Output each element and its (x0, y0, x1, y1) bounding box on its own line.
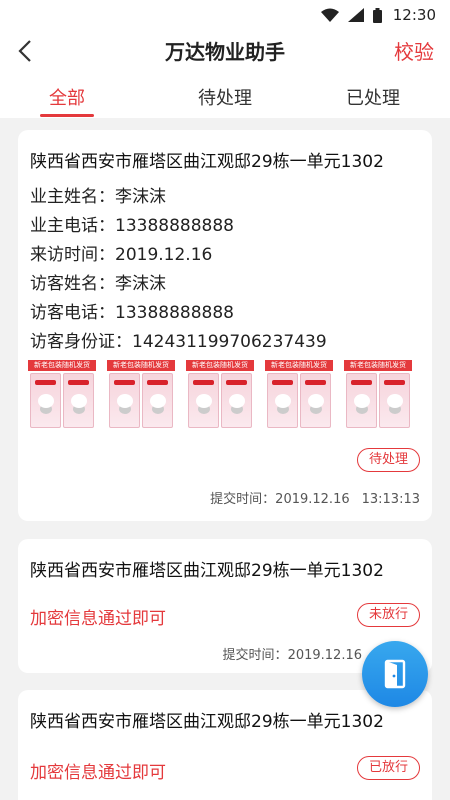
attachment-image[interactable]: 新老包装随机发货 (265, 360, 333, 430)
wifi-icon (320, 8, 339, 22)
visitor-id-row: 访客身份证：142431199706237439 (30, 327, 327, 352)
submit-clock: 13:13:13 (361, 492, 420, 507)
door-access-button[interactable] (362, 641, 428, 707)
image-banner: 新老包装随机发货 (344, 360, 412, 371)
status-icons: 12:30 (320, 6, 436, 24)
visit-card[interactable]: 陕西省西安市雁塔区曲江观邸29栋一单元1302 业主姓名：李沫沫 业主电话：13… (18, 130, 432, 521)
field-value: 2019.12.16 (115, 245, 213, 265)
battery-icon (372, 7, 382, 23)
tab-pending[interactable]: 待处理 (175, 84, 275, 110)
visit-time-row: 来访时间：2019.12.16 (30, 240, 212, 265)
image-banner: 新老包装随机发货 (28, 360, 96, 371)
field-label: 访客姓名： (30, 274, 115, 294)
attachment-image[interactable]: 新老包装随机发货 (186, 360, 254, 430)
field-value: 142431199706237439 (132, 332, 327, 352)
submit-date: 2019.12.16 (287, 648, 362, 663)
encryption-note: 加密信息通过即可 (30, 763, 166, 783)
signal-icon (347, 8, 364, 22)
status-badge[interactable]: 待处理 (356, 448, 420, 472)
visit-card[interactable]: 陕西省西安市雁塔区曲江观邸29栋一单元1302 加密信息通过即可 已放行 (18, 690, 432, 800)
submit-time: 提交时间：2019.12.16 (223, 644, 362, 663)
tab-processed[interactable]: 已处理 (323, 84, 423, 110)
owner-name-row: 业主姓名：李沫沫 (30, 182, 166, 207)
image-banner: 新老包装随机发货 (186, 360, 254, 371)
tab-indicator (40, 114, 94, 117)
visitor-name-row: 访客姓名：李沫沫 (30, 269, 166, 294)
nav-bar: 万达物业助手 校验 (0, 30, 450, 72)
visitor-phone-row: 访客电话：13388888888 (30, 298, 234, 323)
submit-time: 提交时间：2019.12.16 13:13:13 (210, 488, 420, 507)
verify-button[interactable]: 校验 (394, 36, 434, 65)
submit-date: 2019.12.16 (275, 492, 350, 507)
status-badge[interactable]: 未放行 (356, 603, 420, 627)
field-value: 李沫沫 (115, 274, 166, 294)
door-icon (384, 659, 406, 689)
tab-bar: 全部 待处理 已处理 (0, 72, 450, 118)
field-label: 业主电话： (30, 216, 115, 236)
field-value: 李沫沫 (115, 187, 166, 207)
field-label: 业主姓名： (30, 187, 115, 207)
image-banner: 新老包装随机发货 (107, 360, 175, 371)
encryption-note: 加密信息通过即可 (30, 609, 166, 629)
field-value: 13388888888 (115, 303, 234, 323)
image-gallery: 新老包装随机发货 新老包装随机发货 新老包装随机发货 新老包装随机发货 新老包装… (28, 360, 412, 430)
status-badge[interactable]: 已放行 (356, 756, 420, 780)
image-banner: 新老包装随机发货 (265, 360, 333, 371)
owner-phone-row: 业主电话：13388888888 (30, 211, 234, 236)
attachment-image[interactable]: 新老包装随机发货 (28, 360, 96, 430)
submit-label: 提交时间： (222, 648, 288, 663)
attachment-image[interactable]: 新老包装随机发货 (107, 360, 175, 430)
status-bar: 12:30 (0, 0, 450, 30)
card-address: 陕西省西安市雁塔区曲江观邸29栋一单元1302 (30, 561, 384, 581)
tab-all[interactable]: 全部 (17, 84, 117, 110)
page-title: 万达物业助手 (165, 40, 285, 64)
card-address: 陕西省西安市雁塔区曲江观邸29栋一单元1302 (30, 712, 384, 732)
field-label: 访客身份证： (30, 332, 132, 352)
field-value: 13388888888 (115, 216, 234, 236)
card-address: 陕西省西安市雁塔区曲江观邸29栋一单元1302 (30, 152, 384, 172)
status-time: 12:30 (392, 6, 436, 24)
field-label: 访客电话： (30, 303, 115, 323)
submit-label: 提交时间： (210, 492, 276, 507)
field-label: 来访时间： (30, 245, 115, 265)
attachment-image[interactable]: 新老包装随机发货 (344, 360, 412, 430)
